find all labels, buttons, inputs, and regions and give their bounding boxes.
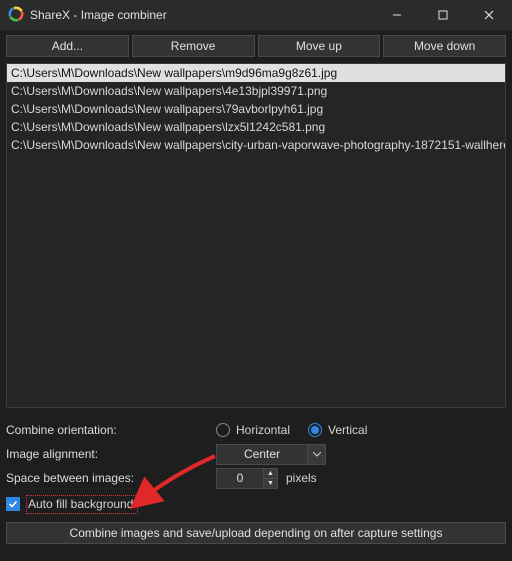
orientation-label: Combine orientation: xyxy=(6,423,216,437)
alignment-select[interactable]: Center xyxy=(216,444,326,465)
autofill-checkbox[interactable] xyxy=(6,497,20,511)
list-item[interactable]: C:\Users\M\Downloads\New wallpapers\4e13… xyxy=(7,82,505,100)
movedown-button[interactable]: Move down xyxy=(383,35,506,57)
close-button[interactable] xyxy=(466,0,512,30)
space-label: Space between images: xyxy=(6,471,216,485)
radio-horizontal[interactable]: Horizontal xyxy=(216,423,290,437)
radio-label: Vertical xyxy=(328,423,367,437)
spinner-up-icon[interactable]: ▲ xyxy=(264,469,277,479)
list-item[interactable]: C:\Users\M\Downloads\New wallpapers\city… xyxy=(7,136,505,154)
list-item[interactable]: C:\Users\M\Downloads\New wallpapers\m9d9… xyxy=(7,64,505,82)
minimize-button[interactable] xyxy=(374,0,420,30)
moveup-button[interactable]: Move up xyxy=(258,35,381,57)
radio-label: Horizontal xyxy=(236,423,290,437)
spinner-buttons[interactable]: ▲ ▼ xyxy=(263,469,277,488)
select-value: Center xyxy=(217,447,307,461)
autofill-label[interactable]: Auto fill background xyxy=(28,497,133,511)
chevron-down-icon xyxy=(307,445,325,464)
autofill-highlight: Auto fill background xyxy=(26,495,138,514)
app-icon xyxy=(8,6,24,25)
space-unit: pixels xyxy=(286,471,317,485)
list-item[interactable]: C:\Users\M\Downloads\New wallpapers\79av… xyxy=(7,100,505,118)
remove-button[interactable]: Remove xyxy=(132,35,255,57)
space-spinner[interactable]: 0 ▲ ▼ xyxy=(216,468,278,489)
radio-icon xyxy=(308,423,322,437)
toolbar: Add... Remove Move up Move down xyxy=(0,30,512,61)
list-item[interactable]: C:\Users\M\Downloads\New wallpapers\lzx5… xyxy=(7,118,505,136)
spinner-value: 0 xyxy=(217,471,263,485)
alignment-label: Image alignment: xyxy=(6,447,216,461)
radio-icon xyxy=(216,423,230,437)
combine-button[interactable]: Combine images and save/upload depending… xyxy=(6,522,506,544)
maximize-button[interactable] xyxy=(420,0,466,30)
titlebar: ShareX - Image combiner xyxy=(0,0,512,30)
file-list[interactable]: C:\Users\M\Downloads\New wallpapers\m9d9… xyxy=(6,63,506,408)
spinner-down-icon[interactable]: ▼ xyxy=(264,479,277,488)
window-title: ShareX - Image combiner xyxy=(30,8,167,22)
add-button[interactable]: Add... xyxy=(6,35,129,57)
radio-vertical[interactable]: Vertical xyxy=(308,423,367,437)
